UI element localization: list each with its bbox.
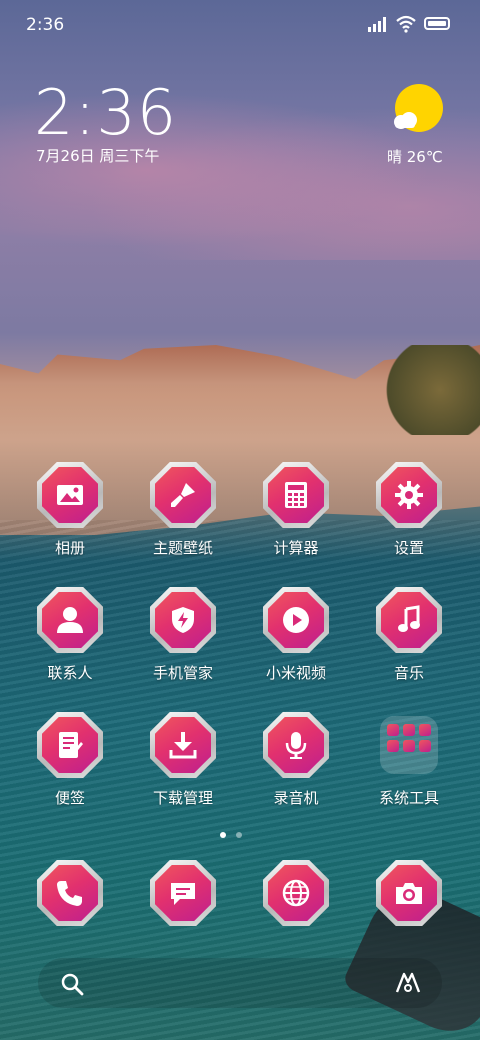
microphone-icon bbox=[285, 732, 307, 759]
app-settings[interactable]: 设置 bbox=[353, 462, 465, 572]
app-label: 联系人 bbox=[47, 664, 93, 682]
trees bbox=[380, 345, 480, 435]
app-label: 相册 bbox=[54, 539, 85, 557]
calculator-icon bbox=[285, 482, 307, 508]
search-icon[interactable] bbox=[60, 972, 84, 996]
page-indicator[interactable] bbox=[216, 830, 264, 840]
download-icon bbox=[169, 732, 197, 759]
camera-icon bbox=[396, 883, 422, 904]
globe-icon bbox=[282, 879, 310, 907]
music-note-icon bbox=[398, 605, 420, 632]
app-video[interactable]: 小米视频 bbox=[240, 587, 352, 697]
person-icon bbox=[57, 607, 83, 633]
message-icon bbox=[171, 883, 195, 905]
page-dot-active bbox=[220, 832, 226, 838]
battery-icon bbox=[424, 17, 450, 30]
clock-widget[interactable]: 2:36 bbox=[34, 76, 177, 149]
app-label: 下载管理 bbox=[152, 789, 213, 807]
phone-icon bbox=[57, 881, 82, 906]
app-calculator[interactable]: 计算器 bbox=[240, 462, 352, 572]
dock-camera[interactable] bbox=[353, 860, 465, 930]
app-label: 设置 bbox=[393, 539, 424, 557]
app-label: 便签 bbox=[54, 789, 85, 807]
sun-cloud-icon[interactable] bbox=[389, 84, 445, 140]
app-recorder[interactable]: 录音机 bbox=[240, 712, 352, 822]
brush-icon bbox=[171, 483, 195, 507]
dock-browser[interactable] bbox=[240, 860, 352, 930]
wifi-icon bbox=[396, 15, 416, 33]
weather-label: 晴 26℃ bbox=[387, 148, 443, 166]
app-label: 计算器 bbox=[273, 539, 319, 557]
gallery-icon bbox=[57, 485, 83, 505]
signal-icon bbox=[368, 17, 386, 32]
app-themes[interactable]: 主题壁纸 bbox=[127, 462, 239, 572]
play-icon bbox=[283, 607, 309, 633]
app-label: 小米视频 bbox=[265, 664, 326, 682]
voice-assistant-icon[interactable] bbox=[394, 970, 422, 996]
dock-messages[interactable] bbox=[127, 860, 239, 930]
app-gallery[interactable]: 相册 bbox=[14, 462, 126, 572]
app-security[interactable]: 手机管家 bbox=[127, 587, 239, 697]
app-music[interactable]: 音乐 bbox=[353, 587, 465, 697]
date-label: 7月26日 周三下午 bbox=[36, 147, 160, 165]
page-dot bbox=[236, 832, 242, 838]
shield-icon bbox=[172, 607, 194, 633]
app-folder-system-tools[interactable]: 系统工具 bbox=[353, 712, 465, 822]
app-contacts[interactable]: 联系人 bbox=[14, 587, 126, 697]
gear-icon bbox=[395, 481, 423, 509]
app-label: 音乐 bbox=[393, 664, 424, 682]
folder-icon bbox=[380, 716, 438, 774]
app-label: 系统工具 bbox=[378, 789, 439, 807]
app-downloads[interactable]: 下载管理 bbox=[127, 712, 239, 822]
status-bar: 2:36 bbox=[0, 0, 480, 48]
search-bar[interactable] bbox=[38, 958, 442, 1008]
app-notes[interactable]: 便签 bbox=[14, 712, 126, 822]
app-label: 主题壁纸 bbox=[152, 539, 213, 557]
app-label: 录音机 bbox=[273, 789, 319, 807]
note-icon bbox=[59, 732, 83, 758]
app-label: 手机管家 bbox=[152, 664, 213, 682]
status-time: 2:36 bbox=[26, 15, 65, 35]
dock-phone[interactable] bbox=[14, 860, 126, 930]
